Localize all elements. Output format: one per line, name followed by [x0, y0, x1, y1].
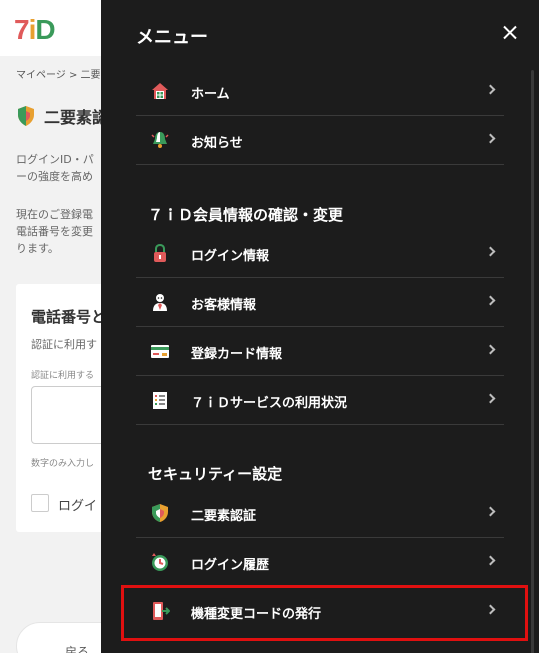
- home-icon: [152, 83, 168, 99]
- chevron-right-icon: [485, 246, 496, 257]
- menu-item-two-factor[interactable]: 二要素認証: [136, 489, 504, 538]
- highlight-box: [121, 585, 528, 641]
- chevron-right-icon: [485, 84, 496, 95]
- checkbox-label: ログイ: [58, 499, 98, 514]
- logo[interactable]: 7iD: [14, 14, 56, 46]
- description-line: 電話番号を変更: [16, 225, 93, 238]
- description-line: ログインID・パ: [16, 153, 94, 166]
- card-subtext: 認証に利用す: [31, 338, 97, 351]
- menu-item-label: 二要素認証: [191, 509, 257, 524]
- card-icon: [151, 345, 169, 358]
- chevron-right-icon: [485, 506, 496, 517]
- menu-item-label: ７ｉＤサービスの利用状況: [191, 396, 348, 411]
- field-label: 認証に利用する: [31, 371, 95, 381]
- menu-item-news[interactable]: お知らせ: [136, 116, 504, 165]
- close-button[interactable]: [499, 22, 521, 44]
- card-heading: 電話番号と: [31, 308, 107, 326]
- menu-panel: メニュー ホーム お知らせ ７ｉＤ会員情報の確認・変更 ログイン情報 お客様情報…: [101, 0, 539, 653]
- menu-item-home[interactable]: ホーム: [136, 67, 504, 116]
- menu-item-label: お客様情報: [191, 298, 257, 313]
- lock-icon: [154, 243, 166, 262]
- menu-item-label: ログイン履歴: [191, 558, 270, 573]
- chevron-right-icon: [485, 133, 496, 144]
- shield-icon: [152, 504, 168, 522]
- description-line: 現在のご登録電: [16, 208, 93, 221]
- chevron-right-icon: [485, 344, 496, 355]
- chevron-right-icon: [485, 393, 496, 404]
- menu-item-label: ホーム: [191, 87, 230, 102]
- bell-icon: [151, 132, 169, 148]
- breadcrumb[interactable]: マイページ > 二要素: [16, 66, 111, 81]
- menu-item-label: 登録カード情報: [191, 347, 283, 362]
- menu-item-label: お知らせ: [191, 136, 243, 151]
- menu-item-customer-info[interactable]: お客様情報: [136, 278, 504, 327]
- list-icon: [153, 392, 167, 409]
- section-heading-member: ７ｉＤ会員情報の確認・変更: [148, 206, 344, 224]
- menu-title: メニュー: [136, 27, 208, 48]
- shield-icon: [18, 106, 34, 126]
- history-icon: [152, 553, 168, 571]
- chevron-right-icon: [485, 555, 496, 566]
- menu-item-login-info[interactable]: ログイン情報: [136, 229, 504, 278]
- description-line: ります。: [16, 242, 59, 255]
- person-icon: [153, 294, 167, 311]
- page-heading: 二要素認: [16, 104, 108, 128]
- menu-item-card-info[interactable]: 登録カード情報: [136, 327, 504, 376]
- field-hint: 数字のみ入力し: [31, 459, 95, 469]
- chevron-right-icon: [485, 295, 496, 306]
- menu-item-service-usage[interactable]: ７ｉＤサービスの利用状況: [136, 376, 504, 425]
- login-checkbox[interactable]: [31, 494, 49, 512]
- scrollbar[interactable]: [531, 70, 534, 653]
- section-heading-security: セキュリティー設定: [148, 465, 283, 483]
- menu-item-label: ログイン情報: [191, 249, 270, 264]
- page-title: 二要素認: [44, 108, 109, 127]
- menu-item-login-history[interactable]: ログイン履歴: [136, 538, 504, 587]
- description-line: ーの強度を高め: [16, 170, 93, 183]
